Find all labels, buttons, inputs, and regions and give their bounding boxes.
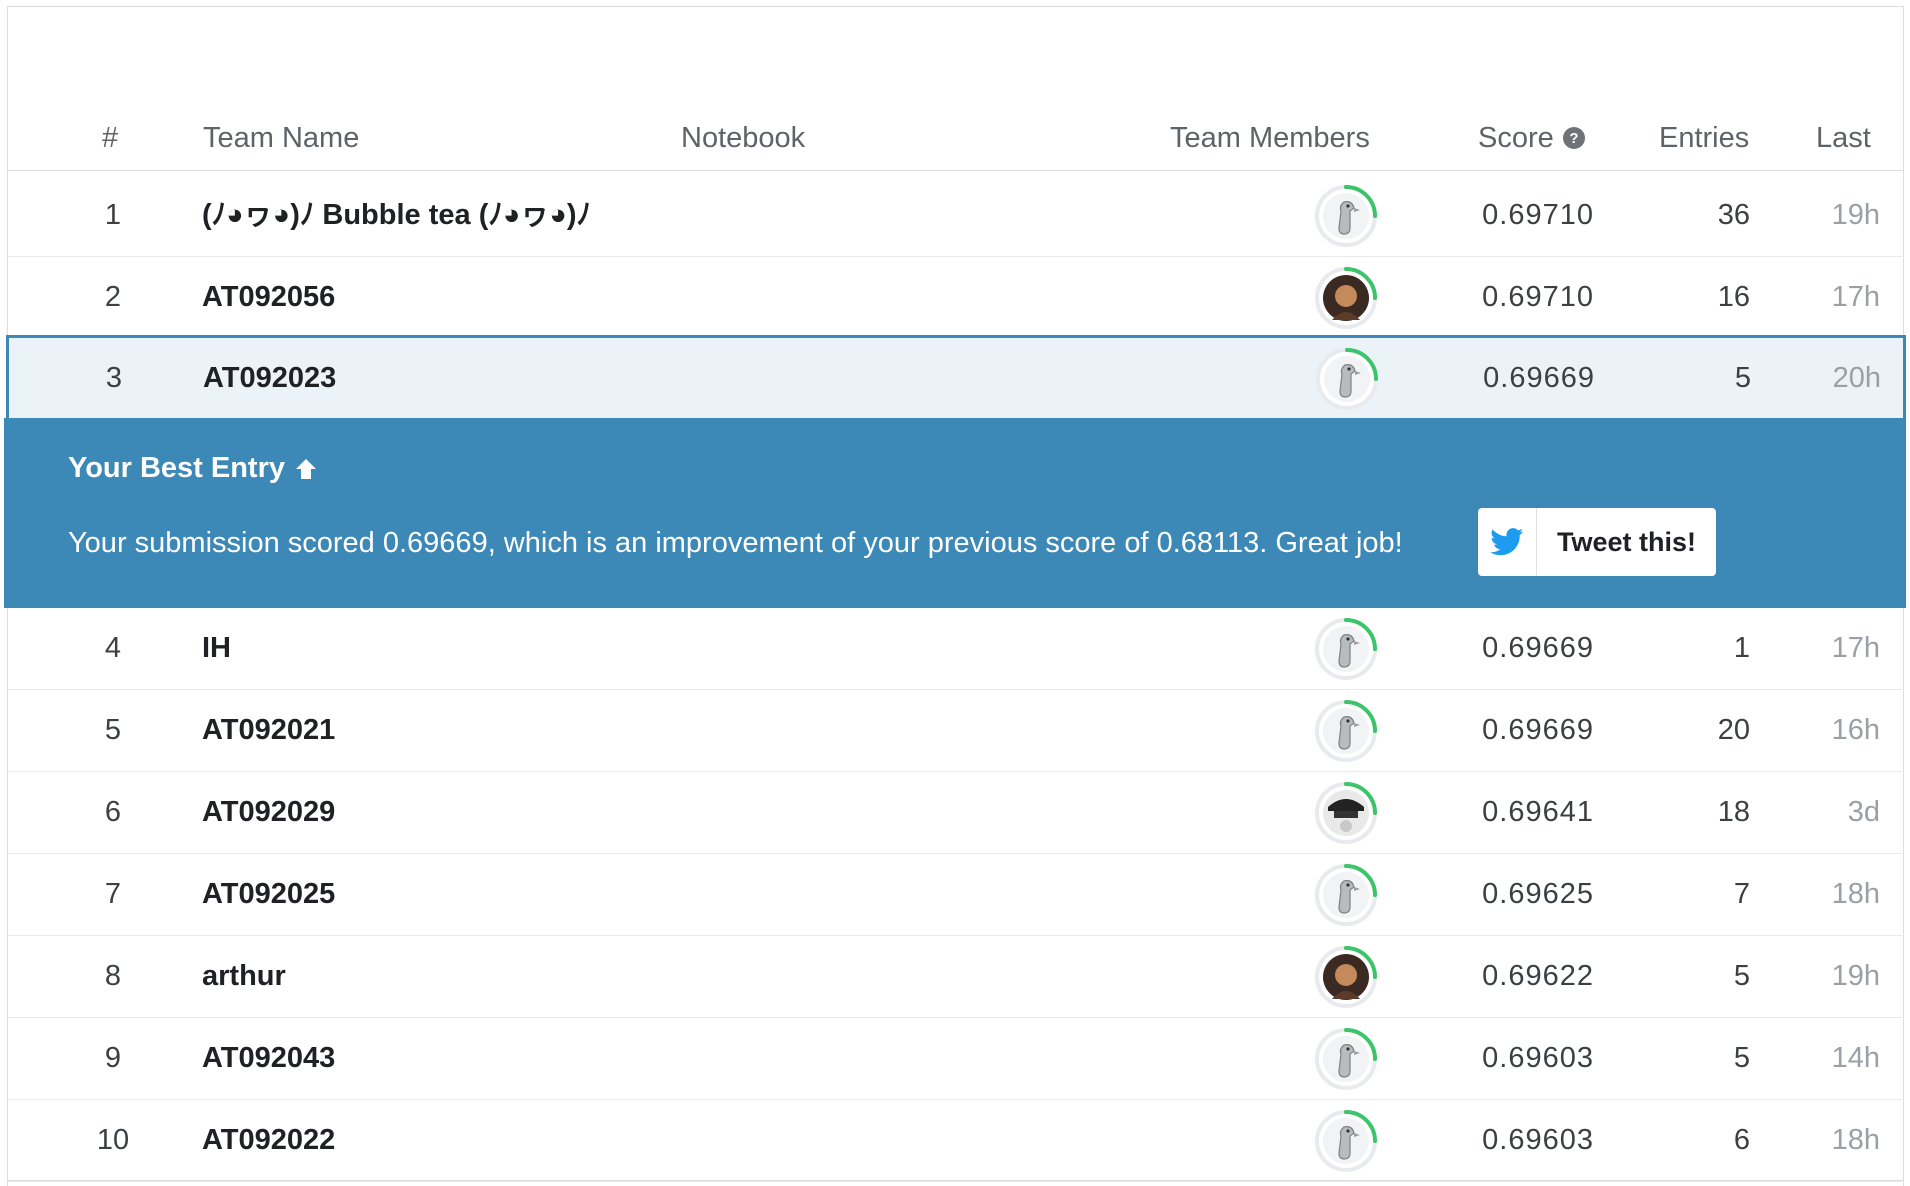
bottom-divider (8, 1180, 1904, 1181)
twitter-icon (1478, 508, 1537, 576)
banner-title: Your Best Entry (68, 454, 319, 483)
row-rank: 5 (104, 714, 122, 746)
svg-text:?: ? (1569, 130, 1578, 147)
row-score: 0.69710 (1482, 199, 1594, 231)
tweet-button[interactable]: Tweet this! (1478, 508, 1716, 576)
banner-message: Your submission scored 0.69669, which is… (68, 527, 1403, 559)
leaderboard-row[interactable]: 10 AT092022 0.69603 6 18h (8, 1100, 1904, 1182)
header-score[interactable]: Score ? (1478, 118, 1586, 158)
header-team-members: Team Members (1170, 122, 1370, 154)
row-score: 0.69669 (1483, 362, 1595, 394)
row-entries: 5 (1733, 960, 1750, 992)
row-rank: 10 (96, 1124, 130, 1156)
row-last: 19h (1831, 199, 1880, 231)
row-score: 0.69669 (1482, 714, 1594, 746)
header-divider (8, 170, 1904, 171)
row-last: 18h (1831, 878, 1880, 910)
row-team-name[interactable]: IH (202, 608, 231, 689)
row-last: 17h (1831, 632, 1880, 664)
row-team-name[interactable]: AT092022 (202, 1100, 335, 1181)
row-team-name[interactable]: AT092043 (202, 1018, 335, 1099)
row-last: 16h (1831, 714, 1880, 746)
row-score: 0.69710 (1482, 281, 1594, 313)
leaderboard-row[interactable]: 9 AT092043 0.69603 5 14h (8, 1018, 1904, 1100)
row-score: 0.69603 (1482, 1124, 1594, 1156)
row-team-name[interactable]: AT092029 (202, 772, 335, 853)
row-last: 14h (1831, 1042, 1880, 1074)
row-entries: 6 (1733, 1124, 1750, 1156)
row-entries: 36 (1717, 199, 1750, 231)
row-entries: 7 (1733, 878, 1750, 910)
header-rank: # (102, 122, 119, 154)
row-rank: 7 (104, 878, 122, 910)
tweet-label: Tweet this! (1556, 526, 1696, 557)
leaderboard-row[interactable]: 6 AT092029 0.69641 18 3d (8, 772, 1904, 854)
row-rank: 9 (104, 1042, 122, 1074)
row-score: 0.69625 (1482, 878, 1594, 910)
row-team-name[interactable]: AT092056 (202, 257, 335, 338)
row-team-name[interactable]: AT092021 (202, 690, 335, 771)
leaderboard-row[interactable]: 5 AT092021 0.69669 20 16h (8, 690, 1904, 772)
leaderboard-row[interactable]: 8 arthur 0.69622 5 19h (8, 936, 1904, 1018)
row-team-name[interactable]: arthur (202, 936, 286, 1017)
row-team-name[interactable]: AT092025 (202, 854, 335, 935)
leaderboard-row[interactable]: 3 AT092023 0.69669 5 20h (6, 335, 1906, 419)
leaderboard-row[interactable]: 7 AT092025 0.69625 7 18h (8, 854, 1904, 936)
row-team-name[interactable]: (ﾉ◕ヮ◕)ﾉ Bubble tea (ﾉ◕ヮ◕)ﾉ (202, 175, 591, 256)
row-entries: 18 (1717, 796, 1750, 828)
best-entry-banner: Your Best Entry Your submission scored 0… (4, 418, 1906, 608)
row-entries: 5 (1734, 362, 1751, 394)
row-rank: 8 (104, 960, 122, 992)
row-score: 0.69669 (1482, 632, 1594, 664)
row-entries: 16 (1717, 281, 1750, 313)
arrow-up-icon (293, 456, 319, 482)
row-rank: 6 (104, 796, 122, 828)
leaderboard-row[interactable]: 2 AT092056 0.69710 16 17h (8, 257, 1904, 339)
row-last: 17h (1831, 281, 1880, 313)
row-team-name[interactable]: AT092023 (203, 338, 336, 419)
banner-title-text: Your Best Entry (68, 452, 286, 484)
leaderboard-row[interactable]: 4 IH 0.69669 1 17h (8, 608, 1904, 690)
help-icon[interactable]: ? (1562, 126, 1586, 150)
header-team-name[interactable]: Team Name (203, 118, 359, 158)
row-rank: 1 (104, 199, 122, 231)
header-score-label: Score (1478, 122, 1554, 154)
row-rank: 2 (104, 281, 122, 313)
row-score: 0.69603 (1482, 1042, 1594, 1074)
row-rank: 4 (104, 632, 122, 664)
row-last: 3d (1847, 796, 1880, 828)
row-entries: 20 (1717, 714, 1750, 746)
row-last: 19h (1831, 960, 1880, 992)
leaderboard-row[interactable]: 1 (ﾉ◕ヮ◕)ﾉ Bubble tea (ﾉ◕ヮ◕)ﾉ 0.69710 36 19h (8, 175, 1904, 257)
header-notebook: Notebook (681, 122, 806, 154)
header-entries[interactable]: Entries (1659, 118, 1749, 158)
row-score: 0.69622 (1482, 960, 1594, 992)
row-last: 18h (1831, 1124, 1880, 1156)
row-entries: 1 (1733, 632, 1750, 664)
header-last[interactable]: Last (1816, 118, 1871, 158)
row-rank: 3 (105, 362, 123, 394)
row-entries: 5 (1733, 1042, 1750, 1074)
row-score: 0.69641 (1482, 796, 1594, 828)
row-last: 20h (1832, 362, 1881, 394)
